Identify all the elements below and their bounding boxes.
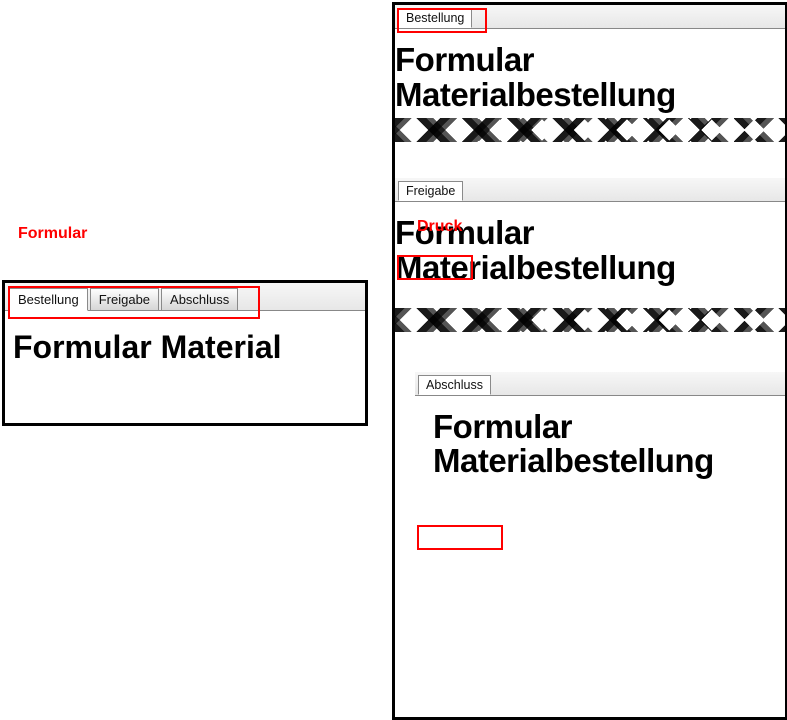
tear-separator-1 xyxy=(395,118,785,142)
diagram-stage: Formular Bestellung Freigabe Abschluss F… xyxy=(0,0,787,719)
highlight-section-tab-3 xyxy=(417,525,503,550)
title-line-3a: Formular xyxy=(433,408,572,445)
print-view-panel: Bestellung Formular Materialbestellung D… xyxy=(392,2,787,720)
title-line-2a: Formular xyxy=(395,214,534,251)
section-tabbar-2: Freigabe xyxy=(395,178,785,202)
title-line-2b: Materialbestellung xyxy=(395,249,676,286)
form-view-panel: Bestellung Freigabe Abschluss Formular M… xyxy=(2,280,368,426)
title-line-1b: Materialbestellung xyxy=(395,76,676,113)
form-view-body: Formular Material xyxy=(5,311,365,384)
label-formular: Formular xyxy=(18,225,87,243)
section-body-3: Formular Materialbestellung xyxy=(395,396,785,485)
section-tabbar-3: Abschluss xyxy=(415,372,785,396)
form-heading: Formular Material xyxy=(13,329,357,366)
tab-bar: Bestellung Freigabe Abschluss xyxy=(5,283,365,311)
section-body-1: Formular Materialbestellung xyxy=(395,29,785,118)
tab-freigabe[interactable]: Freigabe xyxy=(90,288,159,311)
label-druck: Druck xyxy=(417,218,462,236)
tab-abschluss[interactable]: Abschluss xyxy=(161,288,238,311)
section-tab-abschluss: Abschluss xyxy=(418,375,491,395)
section-tab-bestellung: Bestellung xyxy=(398,8,472,28)
title-line-3b: Materialbestellung xyxy=(433,442,714,479)
section-title-1: Formular Materialbestellung xyxy=(395,43,785,112)
tab-bestellung[interactable]: Bestellung xyxy=(9,288,88,311)
section-tabbar-1: Bestellung xyxy=(395,5,785,29)
section-body-2: Formular Materialbestellung xyxy=(395,202,785,291)
section-tab-freigabe: Freigabe xyxy=(398,181,463,201)
title-line-1a: Formular xyxy=(395,41,534,78)
section-title-3: Formular Materialbestellung xyxy=(433,410,785,479)
tear-separator-2 xyxy=(395,308,785,332)
